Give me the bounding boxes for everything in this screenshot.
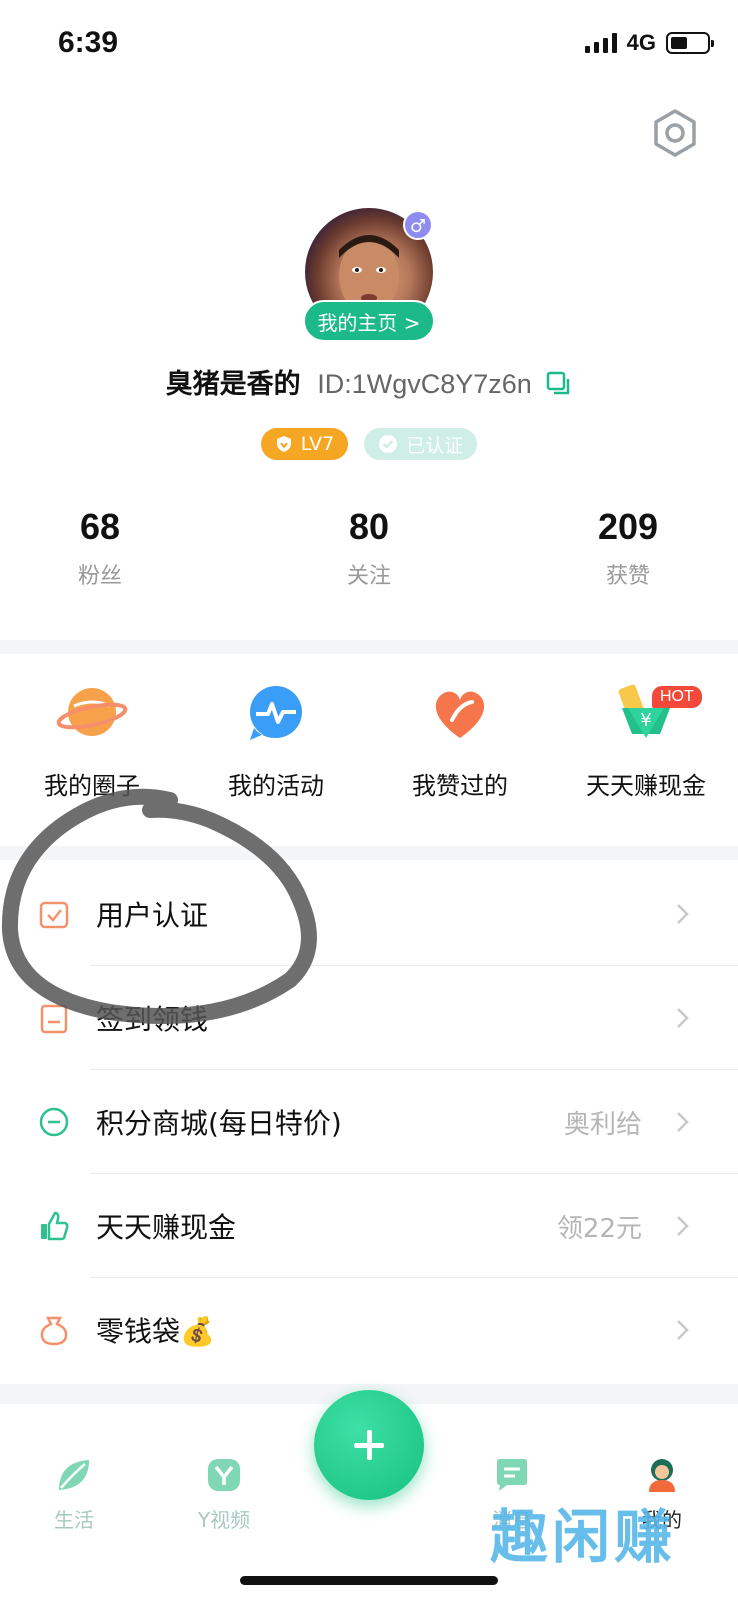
battery-icon — [666, 32, 714, 54]
menu-item-label: 零钱袋💰 — [96, 1315, 215, 1348]
stats-row: 68 粉丝 80 关注 209 获赞 — [0, 506, 738, 606]
menu-list: 用户认证 签到领钱 积分商城(每日特价) 奥利给 天天赚现金 领22元 零钱袋💰 — [0, 862, 738, 1382]
level-badge: LV7 — [260, 428, 349, 460]
section-divider — [0, 640, 738, 654]
verified-text: 已认证 — [406, 434, 464, 457]
shortcut-label: 我的圈子 — [44, 772, 140, 800]
verified-badge: 已认证 — [364, 428, 478, 460]
menu-item-points-mall[interactable]: 积分商城(每日特价) 奥利给 — [0, 1070, 738, 1174]
chevron-right-icon — [677, 904, 689, 924]
chevron-right-icon — [677, 1216, 689, 1236]
watermark: 趣闲赚 — [490, 1503, 677, 1571]
status-indicators: 4G — [584, 30, 714, 56]
shortcut-label: 我赞过的 — [412, 772, 508, 800]
chevron-right-icon — [677, 1320, 689, 1340]
activity-icon — [250, 686, 302, 740]
level-text: LV7 — [300, 433, 335, 455]
tab-label: 生活 — [54, 1508, 94, 1532]
badges: LV7 已认证 — [0, 428, 738, 460]
shortcut-grid: 我的圈子 我的活动 我赞过的 ¥ 天天赚现金 — [0, 656, 738, 836]
menu-item-checkin[interactable]: 签到领钱 — [0, 966, 738, 1070]
create-post-button[interactable] — [314, 1390, 424, 1500]
points-icon — [39, 1107, 69, 1137]
menu-item-wallet[interactable]: 零钱袋💰 — [0, 1278, 738, 1382]
copy-icon[interactable] — [546, 371, 572, 397]
stat-label: 关注 — [346, 564, 391, 589]
stat-likes[interactable]: 209 获赞 — [548, 506, 708, 590]
shortcut-label: 我的活动 — [228, 772, 324, 800]
shortcut-earn-cash[interactable]: ¥ 天天赚现金 — [556, 656, 736, 801]
svg-text:¥: ¥ — [640, 710, 651, 731]
user-id: ID:1WgvC8Y7z6n — [317, 369, 532, 399]
heart-icon — [435, 691, 485, 738]
status-bar: 6:39 4G — [0, 0, 738, 90]
shortcut-label: 天天赚现金 — [586, 772, 706, 800]
menu-item-extra: 领22元 — [556, 1213, 642, 1244]
username: 臭猪是香的 — [165, 369, 301, 400]
tab-video[interactable]: Y视频 — [174, 1456, 274, 1533]
gender-male-icon: ♂ — [403, 210, 433, 240]
user-identity: 臭猪是香的 ID:1WgvC8Y7z6n — [0, 362, 738, 401]
menu-item-label: 签到领钱 — [96, 1003, 209, 1036]
chevron-right-icon — [677, 1008, 689, 1028]
stat-fans[interactable]: 68 粉丝 — [20, 506, 180, 590]
menu-item-label: 用户认证 — [96, 899, 209, 932]
profile-icon — [649, 1459, 675, 1492]
leaf-icon — [59, 1460, 89, 1490]
menu-item-label: 积分商城(每日特价) — [96, 1107, 342, 1140]
check-circle-icon — [379, 435, 398, 453]
menu-item-earn-cash[interactable]: 天天赚现金 领22元 — [0, 1174, 738, 1278]
shortcut-liked[interactable]: 我赞过的 — [370, 656, 550, 801]
menu-item-label: 天天赚现金 — [96, 1211, 237, 1244]
my-homepage-button[interactable]: 我的主页 > — [303, 300, 435, 342]
home-indicator — [240, 1576, 498, 1585]
shortcut-my-circles[interactable]: 我的圈子 — [2, 656, 182, 801]
status-time: 6:39 — [58, 26, 119, 59]
tab-life[interactable]: 生活 — [24, 1456, 124, 1533]
stat-value: 80 — [348, 506, 390, 547]
tab-label: Y视频 — [197, 1508, 251, 1532]
stat-label: 获赞 — [605, 564, 650, 589]
thumbs-up-icon — [41, 1211, 69, 1241]
stat-value: 68 — [79, 506, 121, 547]
menu-item-extra: 奥利给 — [563, 1109, 642, 1140]
stat-following[interactable]: 80 关注 — [289, 506, 449, 590]
hot-badge: HOT — [652, 686, 702, 708]
wallet-bag-icon — [40, 1316, 68, 1346]
shortcut-my-activities[interactable]: 我的活动 — [186, 656, 366, 801]
message-icon — [497, 1459, 527, 1491]
menu-item-user-verification[interactable]: 用户认证 — [0, 862, 738, 966]
verify-check-icon — [39, 901, 69, 929]
section-divider — [0, 846, 738, 860]
signal-icon — [584, 33, 617, 53]
network-type: 4G — [626, 30, 656, 55]
calendar-icon — [40, 1004, 68, 1034]
video-icon — [208, 1459, 240, 1491]
stat-label: 粉丝 — [77, 564, 122, 589]
stat-value: 209 — [597, 506, 659, 547]
chevron-right-icon — [677, 1112, 689, 1132]
settings-icon[interactable] — [650, 108, 700, 158]
shield-icon — [276, 436, 291, 452]
planet-icon — [56, 688, 128, 736]
